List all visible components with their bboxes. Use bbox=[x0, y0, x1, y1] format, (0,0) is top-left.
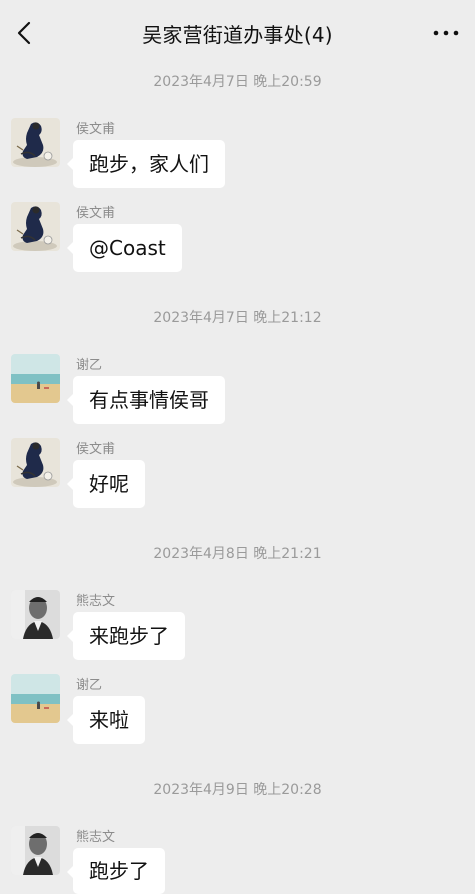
avatar[interactable] bbox=[11, 674, 60, 723]
portrait-avatar-icon bbox=[11, 590, 60, 639]
sender-name: 侯文甫 bbox=[76, 122, 116, 137]
beach-avatar-icon bbox=[11, 674, 60, 723]
message-bubble[interactable]: 来啦 bbox=[67, 696, 145, 744]
message-bubble[interactable]: 跑步，家人们 bbox=[67, 140, 225, 188]
message-bubble[interactable]: 来跑步了 bbox=[67, 612, 185, 660]
more-dots-icon bbox=[433, 30, 459, 36]
sender-name: 熊志文 bbox=[76, 594, 116, 609]
message-bubble[interactable]: @Coast bbox=[67, 224, 182, 272]
ink-figure-avatar-icon bbox=[11, 438, 60, 487]
avatar[interactable] bbox=[11, 202, 60, 251]
message-bubble[interactable]: 有点事情侯哥 bbox=[67, 376, 225, 424]
more-options-button[interactable] bbox=[431, 22, 461, 44]
timestamp: 2023年4月9日 晚上20:28 bbox=[153, 782, 322, 798]
portrait-avatar-icon bbox=[11, 826, 60, 875]
sender-name: 侯文甫 bbox=[76, 442, 116, 457]
sender-name: 谢乙 bbox=[76, 358, 103, 373]
timestamp: 2023年4月8日 晚上21:21 bbox=[153, 546, 322, 562]
sender-name: 侯文甫 bbox=[76, 206, 116, 221]
message-bubble[interactable]: 跑步了 bbox=[67, 848, 165, 894]
timestamp: 2023年4月7日 晚上21:12 bbox=[153, 310, 322, 326]
message-bubble[interactable]: 好呢 bbox=[67, 460, 145, 508]
ink-figure-avatar-icon bbox=[11, 202, 60, 251]
sender-name: 谢乙 bbox=[76, 678, 103, 693]
avatar[interactable] bbox=[11, 826, 60, 875]
timestamp: 2023年4月7日 晚上20:59 bbox=[153, 74, 322, 90]
avatar[interactable] bbox=[11, 438, 60, 487]
avatar[interactable] bbox=[11, 354, 60, 403]
chat-title: 吴家营街道办事处(4) bbox=[142, 23, 333, 47]
avatar[interactable] bbox=[11, 590, 60, 639]
sender-name: 熊志文 bbox=[76, 830, 116, 845]
beach-avatar-icon bbox=[11, 354, 60, 403]
ink-figure-avatar-icon bbox=[11, 118, 60, 167]
avatar[interactable] bbox=[11, 118, 60, 167]
chat-header: 吴家营街道办事处(4) bbox=[0, 0, 475, 66]
